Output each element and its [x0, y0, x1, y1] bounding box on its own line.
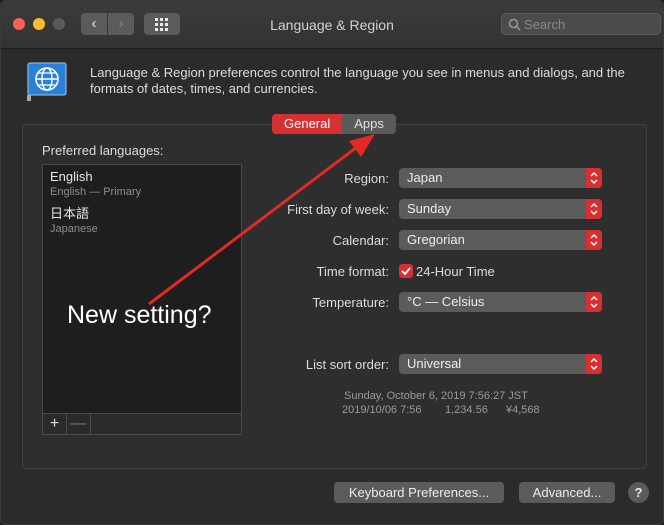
annotation-arrow-icon	[148, 134, 375, 306]
annotation-text: New setting?	[67, 301, 212, 329]
window: ‹ › Language & Region Search Language & …	[0, 0, 664, 525]
